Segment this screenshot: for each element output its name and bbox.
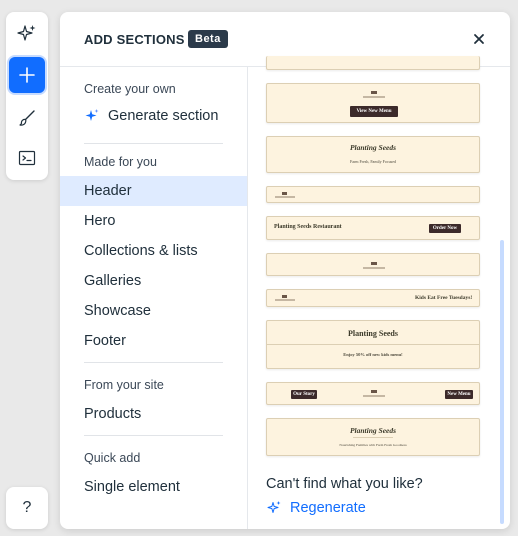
section-preview[interactable] [266, 253, 480, 276]
preview-title: Planting Seeds [349, 143, 397, 152]
preview-logo-text [363, 96, 385, 98]
nav-separator [84, 362, 223, 363]
terminal-icon [18, 150, 36, 166]
scrollbar[interactable] [500, 240, 504, 524]
section-preview[interactable]: Planting Seeds Nourishing Families with … [266, 418, 480, 456]
close-icon [474, 34, 484, 44]
preview-logo [371, 91, 377, 94]
preview-logo [282, 295, 287, 298]
from-your-site-heading: From your site [84, 378, 164, 392]
preview-logo-text [275, 196, 295, 198]
preview-logo-text [363, 267, 385, 269]
ai-sparkle-button[interactable] [9, 16, 45, 52]
nav-item-galleries[interactable]: Galleries [60, 266, 247, 296]
section-preview[interactable]: Our Story New Menu [266, 382, 480, 405]
section-preview[interactable]: Kids Eat Free Tuesdays! [266, 289, 480, 307]
made-for-you-heading: Made for you [84, 155, 157, 169]
preview-button: View New Menu [350, 106, 398, 117]
preview-title: Planting Seeds [349, 426, 397, 435]
generate-section-label: Generate section [108, 108, 219, 124]
nav-item-showcase[interactable]: Showcase [60, 296, 247, 326]
preview-subtitle: Nourishing Families with Farm Fresh Good… [339, 443, 407, 447]
nav-item-header[interactable]: Header [60, 176, 247, 206]
preview-logo-text [363, 395, 385, 397]
nav-separator [84, 143, 223, 144]
design-button[interactable] [9, 100, 45, 136]
panel-divider [247, 67, 248, 529]
quick-add-heading: Quick add [84, 451, 141, 465]
preview-announcement: Kids Eat Free Tuesdays! [415, 295, 473, 301]
preview-divider [353, 437, 393, 438]
preview-button: Our Story [291, 390, 317, 399]
cant-find-text: Can't find what you like? [266, 476, 423, 492]
left-toolbar [6, 12, 48, 180]
ai-sparkle-icon [267, 501, 281, 513]
code-button[interactable] [9, 140, 45, 176]
add-sections-panel: ADD SECTIONS Beta Create your own Genera… [60, 12, 510, 529]
close-button[interactable] [468, 28, 490, 50]
nav-item-label: Hero [84, 213, 116, 229]
section-preview[interactable]: View New Menu [266, 83, 480, 123]
nav-item-label: Single element [84, 479, 180, 495]
nav-item-label: Products [84, 406, 142, 422]
nav-item-label: Galleries [84, 273, 142, 289]
add-elements-button[interactable] [9, 57, 45, 93]
nav-separator [84, 435, 223, 436]
create-heading: Create your own [84, 82, 176, 96]
preview-logo [371, 390, 377, 393]
brush-icon [19, 110, 35, 126]
nav-item-label: Header [84, 183, 132, 199]
preview-subtitle: Farm Fresh, Family Focused [350, 159, 396, 164]
nav-item-label: Footer [84, 333, 126, 349]
nav-item-products[interactable]: Products [60, 399, 247, 429]
nav-item-single-element[interactable]: Single element [60, 472, 247, 502]
regenerate-button[interactable]: Regenerate [266, 500, 366, 516]
plus-icon [19, 67, 35, 83]
section-preview[interactable]: Planting Seeds Enjoy 50% off new kids me… [266, 320, 480, 369]
nav-item-label: Showcase [84, 303, 151, 319]
section-preview[interactable] [266, 186, 480, 203]
preview-logo [371, 262, 377, 265]
generate-section-button[interactable]: Generate section [84, 108, 218, 124]
ai-sparkle-icon [85, 109, 99, 121]
help-button[interactable]: ? [6, 487, 48, 529]
panel-title: ADD SECTIONS [84, 32, 185, 47]
sparkle-icon [17, 25, 36, 41]
regenerate-label: Regenerate [290, 500, 366, 516]
beta-badge: Beta [188, 30, 228, 48]
nav-item-hero[interactable]: Hero [60, 206, 247, 236]
preview-title: Planting Seeds [347, 329, 398, 338]
nav-item-label: Collections & lists [84, 243, 198, 259]
preview-title: Planting Seeds Restaurant [274, 224, 342, 230]
nav-item-footer[interactable]: Footer [60, 326, 247, 356]
preview-logo [282, 192, 287, 195]
section-preview[interactable] [266, 56, 480, 70]
preview-logo-text [275, 299, 295, 301]
preview-button: New Menu [445, 390, 473, 399]
section-preview[interactable]: Planting Seeds Restaurant Order Now [266, 216, 480, 240]
section-preview[interactable]: Planting Seeds Farm Fresh, Family Focuse… [266, 136, 480, 173]
preview-subtitle: Enjoy 50% off new kids menu! [343, 352, 403, 357]
nav-item-collections[interactable]: Collections & lists [60, 236, 247, 266]
help-icon: ? [22, 499, 32, 516]
preview-button: Order Now [429, 224, 461, 233]
preview-divider [267, 344, 479, 345]
